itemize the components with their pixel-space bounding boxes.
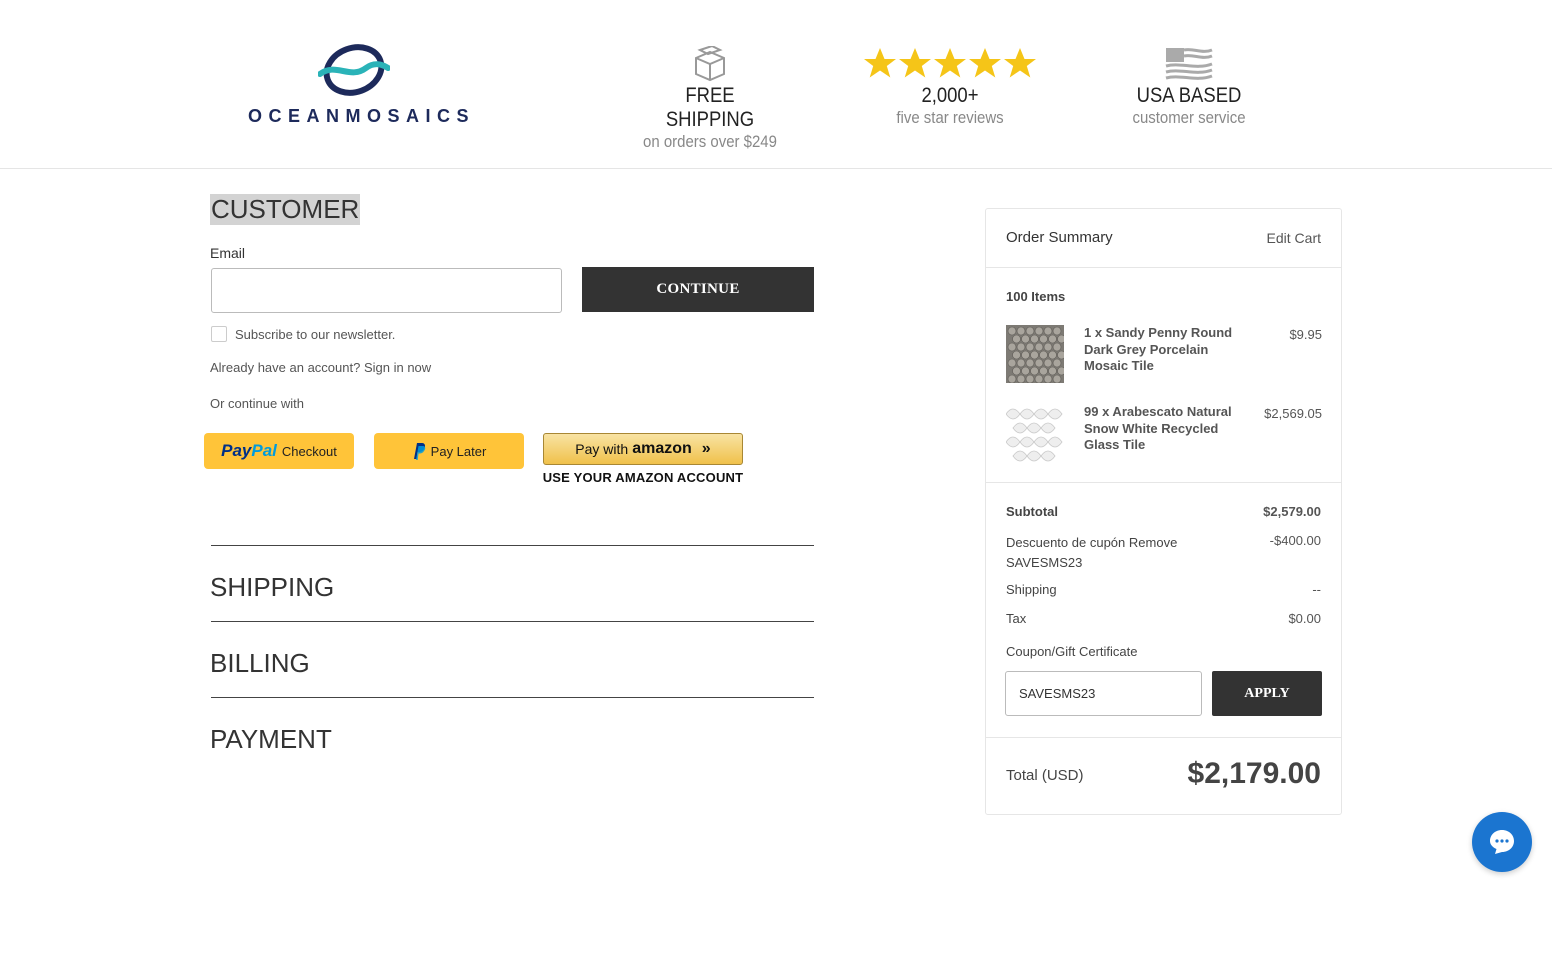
order-summary-title: Order Summary	[1006, 229, 1113, 246]
items-count: 100 Items	[1006, 289, 1066, 304]
reviews-badge: 2,000+ five star reviews	[862, 44, 1038, 128]
summary-divider	[986, 482, 1341, 483]
coupon-label: Coupon/Gift Certificate	[1006, 644, 1138, 659]
paypal-p-icon	[413, 443, 425, 460]
box-icon	[695, 46, 725, 82]
amazon-pay-prefix: Pay with	[575, 441, 629, 457]
email-field[interactable]	[211, 268, 562, 313]
paypal-logo-part1: Pay	[221, 441, 252, 460]
signin-prompt-text: Already have an account?	[210, 360, 361, 375]
discount-row: Descuento de cupón Remove SAVESMS23	[1006, 533, 1206, 573]
order-summary: Order Summary Edit Cart 100 Items 1 x Sa…	[985, 208, 1342, 815]
badge-title: FREE SHIPPING	[665, 84, 755, 131]
cart-item-price: $9.95	[1289, 327, 1322, 342]
amazon-account-caption: USE YOUR AMAZON ACCOUNT	[542, 470, 744, 485]
badge-subtitle: on orders over $249	[643, 132, 777, 151]
cart-item-name: 99 x Arabescato Natural Snow White Recyc…	[1084, 404, 1232, 452]
amazon-logo: amazon	[632, 440, 692, 457]
signin-prompt: Already have an account? Sign in now	[210, 360, 431, 375]
badge-subtitle: five star reviews	[896, 108, 1004, 127]
shipping-value: --	[1312, 582, 1321, 597]
cart-item-price: $2,569.05	[1264, 406, 1322, 421]
usa-based-badge: USA BASED customer service	[1116, 44, 1262, 128]
paypal-logo-part2: Pal	[251, 441, 277, 460]
cart-item-name: 1 x Sandy Penny Round Dark Grey Porcelai…	[1084, 325, 1233, 373]
us-flag-icon	[1165, 48, 1213, 80]
badge-title: USA BASED	[1136, 84, 1242, 107]
remove-coupon-link[interactable]: Remove	[1129, 535, 1177, 550]
paypal-checkout-button[interactable]: Pay Pal Checkout	[204, 433, 354, 469]
penny-round-tile-thumbnail	[1006, 325, 1064, 383]
signin-link[interactable]: Sign in now	[364, 360, 431, 375]
or-continue-label: Or continue with	[210, 396, 304, 411]
newsletter-checkbox[interactable]	[211, 326, 227, 342]
section-divider	[211, 621, 814, 622]
newsletter-label[interactable]: Subscribe to our newsletter.	[235, 327, 395, 342]
five-stars-icon	[864, 48, 1036, 78]
continue-button[interactable]: CONTINUE	[582, 267, 814, 312]
total-value: $2,179.00	[1187, 757, 1321, 790]
paypal-checkout-label: Checkout	[281, 443, 337, 459]
pay-later-label: Pay Later	[430, 443, 487, 459]
chat-bubble-icon	[1490, 830, 1514, 854]
summary-divider	[986, 737, 1341, 738]
site-header: OCEANMOSAICS FREE SHIPPING on orders ove…	[0, 0, 1552, 169]
shipping-label: Shipping	[1006, 582, 1057, 597]
shipping-heading[interactable]: SHIPPING	[210, 572, 334, 603]
coupon-field[interactable]	[1005, 671, 1202, 716]
chat-launcher-button[interactable]	[1472, 812, 1532, 872]
total-label: Total (USD)	[1006, 767, 1084, 784]
section-divider	[211, 697, 814, 698]
customer-heading: CUSTOMER	[210, 194, 361, 225]
badge-title: 2,000+	[921, 84, 979, 107]
edit-cart-link[interactable]: Edit Cart	[1267, 230, 1321, 246]
apply-coupon-button[interactable]: APPLY	[1212, 671, 1322, 716]
newsletter-option[interactable]: Subscribe to our newsletter.	[211, 326, 395, 342]
discount-value: -$400.00	[1269, 533, 1321, 548]
double-chevron-right-icon: »	[701, 440, 711, 457]
tax-value: $0.00	[1288, 611, 1321, 626]
amazon-pay-button[interactable]: Pay with amazon »	[543, 433, 743, 465]
order-summary-header: Order Summary Edit Cart	[986, 209, 1341, 268]
section-divider	[211, 545, 814, 546]
discount-code: SAVESMS23	[1006, 555, 1083, 570]
email-label: Email	[210, 245, 246, 261]
discount-label: Descuento de cupón	[1006, 535, 1126, 550]
wave-logo-icon	[318, 44, 390, 96]
payment-heading[interactable]: PAYMENT	[210, 724, 332, 755]
brand-name: OCEANMOSAICS	[248, 106, 476, 126]
paypal-pay-later-button[interactable]: Pay Later	[374, 433, 524, 469]
tax-label: Tax	[1006, 611, 1027, 626]
subtotal-label: Subtotal	[1006, 504, 1058, 519]
badge-subtitle: customer service	[1132, 108, 1246, 127]
free-shipping-badge: FREE SHIPPING on orders over $249	[630, 44, 790, 152]
billing-heading[interactable]: BILLING	[210, 648, 310, 679]
arabesque-tile-thumbnail	[1006, 404, 1064, 462]
subtotal-value: $2,579.00	[1263, 504, 1321, 519]
brand-logo[interactable]: OCEANMOSAICS	[248, 42, 469, 126]
